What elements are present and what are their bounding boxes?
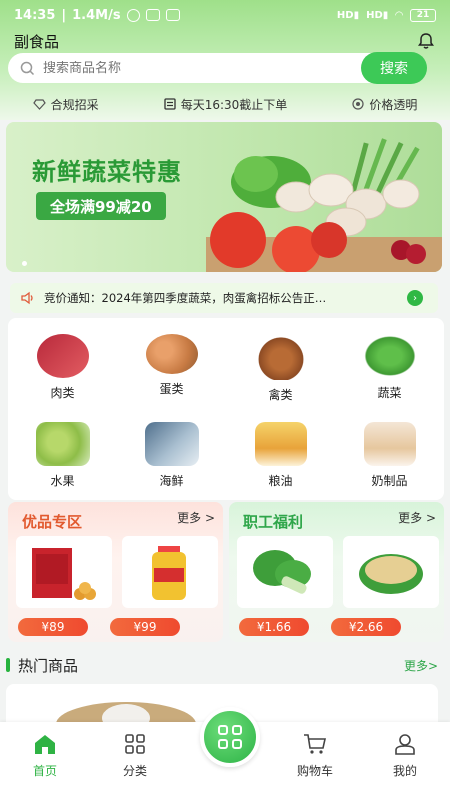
premium-zone-title: 优品专区 xyxy=(22,513,83,531)
promo-banner[interactable]: 新鲜蔬菜特惠 全场满99减20 xyxy=(6,122,442,272)
tab-home[interactable]: 首页 xyxy=(13,732,77,779)
wechat-icon xyxy=(145,9,160,21)
wifi-icon: ◠ xyxy=(395,9,403,21)
feature-strip: 合规招采 每天16:30截止下单 价格透明 xyxy=(0,92,450,116)
notice-text: 竞价通知：2024年第四季度蔬菜，肉蛋禽招标公告正… xyxy=(44,291,327,305)
category-dairy[interactable]: 奶制品 xyxy=(335,412,444,500)
soybean-bowl-image xyxy=(359,554,423,594)
cart-icon xyxy=(304,734,326,754)
product-card[interactable] xyxy=(122,536,218,608)
fruit-icon xyxy=(35,422,90,466)
dairy-icon xyxy=(363,422,416,466)
page-title: 副食品 xyxy=(14,32,60,51)
category-egg[interactable]: 蛋类 xyxy=(117,324,226,412)
status-bar: 14:35 | 1.4M/s HD▮ HD▮ ◠ 21 xyxy=(0,0,450,30)
tab-profile[interactable]: 我的 xyxy=(373,732,437,779)
document-icon xyxy=(164,98,176,110)
premium-more-link[interactable]: 更多 > xyxy=(177,509,215,526)
home-icon xyxy=(35,735,55,754)
message-icon xyxy=(165,9,180,21)
bok-choy-image xyxy=(253,550,311,594)
egg-icon xyxy=(145,334,198,374)
product-card[interactable] xyxy=(16,536,112,608)
hot-products-title: 热门商品 xyxy=(18,656,79,675)
price-tag: ¥99 xyxy=(110,618,180,636)
feature-compliant: 合规招采 xyxy=(32,96,99,113)
category-fruit[interactable]: 水果 xyxy=(8,412,117,500)
scan-button[interactable] xyxy=(200,707,260,767)
employee-welfare-title: 职工福利 xyxy=(243,513,304,531)
speaker-icon xyxy=(21,291,33,305)
diamond-icon xyxy=(32,98,46,110)
product-card[interactable] xyxy=(343,536,439,608)
search-input[interactable] xyxy=(43,60,343,76)
category-seafood[interactable]: 海鲜 xyxy=(117,412,226,500)
poultry-icon xyxy=(254,334,307,380)
oil-bottle-image xyxy=(152,546,186,600)
chevron-right-icon[interactable]: › xyxy=(407,290,423,306)
eye-icon xyxy=(352,98,365,110)
status-time: 14:35 xyxy=(14,7,56,23)
meat-icon xyxy=(36,334,89,378)
scan-icon xyxy=(218,725,242,749)
product-card[interactable] xyxy=(237,536,333,608)
category-meat[interactable]: 肉类 xyxy=(8,324,117,412)
banner-tag: 全场满99减20 xyxy=(36,192,166,220)
seafood-icon xyxy=(144,422,199,466)
app-header: 副食品 xyxy=(0,30,450,52)
feature-transparent: 价格透明 xyxy=(352,96,417,113)
alarm-icon xyxy=(126,8,140,22)
search-bar: 搜索 xyxy=(8,52,427,84)
search-icon xyxy=(20,61,35,75)
category-icon xyxy=(125,734,145,754)
employee-welfare[interactable]: 职工福利 更多 > ¥1.66 ¥2.66 xyxy=(229,502,444,642)
signal-icon: HD▮ xyxy=(336,9,360,21)
grain-oil-icon xyxy=(254,422,307,466)
promo-panels: 优品专区 更多 > ¥89 ¥99 职工福利 更多 > ¥1.66 ¥2.66 xyxy=(8,502,444,642)
profile-icon xyxy=(395,734,415,755)
section-marker xyxy=(6,658,10,672)
bell-icon[interactable] xyxy=(416,31,436,51)
carousel-dot xyxy=(22,261,27,266)
notice-bar[interactable]: 竞价通知：2024年第四季度蔬菜，肉蛋禽招标公告正… › xyxy=(10,283,438,313)
category-grain-oil[interactable]: 粮油 xyxy=(226,412,335,500)
price-tag: ¥2.66 xyxy=(331,618,401,636)
feature-deadline: 每天16:30截止下单 xyxy=(164,96,287,113)
battery-icon: 21 xyxy=(410,8,436,22)
tab-category[interactable]: 分类 xyxy=(103,732,167,779)
price-tag: ¥89 xyxy=(18,618,88,636)
price-tag: ¥1.66 xyxy=(239,618,309,636)
tab-cart[interactable]: 购物车 xyxy=(283,732,347,779)
carousel-dots xyxy=(22,261,27,266)
hot-more-link[interactable]: 更多> xyxy=(404,657,438,674)
welfare-more-link[interactable]: 更多 > xyxy=(398,509,436,526)
banner-title: 新鲜蔬菜特惠 xyxy=(32,158,182,186)
premium-zone[interactable]: 优品专区 更多 > ¥89 ¥99 xyxy=(8,502,223,642)
search-button[interactable]: 搜索 xyxy=(361,52,427,84)
hot-products-header: 热门商品 更多> xyxy=(0,648,450,682)
gift-box-image xyxy=(32,548,96,600)
category-grid: 肉类 蛋类 禽类 蔬菜 水果 海鲜 粮油 奶制品 xyxy=(8,318,444,500)
signal-icon-2: HD▮ xyxy=(366,9,389,21)
network-speed: 1.4M/s xyxy=(72,7,121,23)
vegetable-icon xyxy=(361,334,418,378)
category-poultry[interactable]: 禽类 xyxy=(226,324,335,412)
category-vegetable[interactable]: 蔬菜 xyxy=(335,324,444,412)
